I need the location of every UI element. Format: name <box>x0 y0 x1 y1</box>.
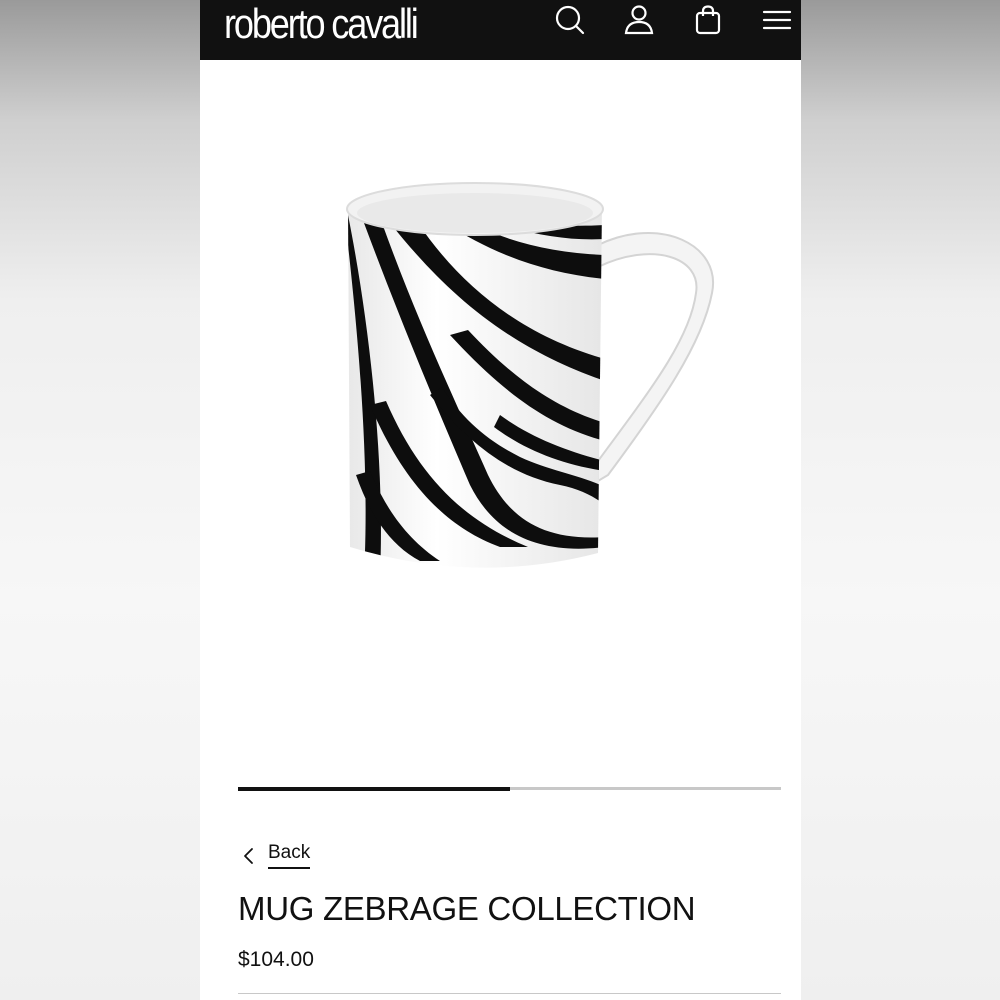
menu-icon[interactable] <box>762 4 794 36</box>
top-navigation-bar: roberto cavalli <box>200 0 801 60</box>
product-price: $104.00 <box>238 948 314 971</box>
back-link[interactable]: Back <box>240 842 311 869</box>
shopping-bag-icon[interactable] <box>692 4 724 36</box>
gallery-progress-track[interactable] <box>238 786 781 791</box>
brand-logo[interactable]: roberto cavalli <box>224 2 419 46</box>
back-label: Back <box>268 842 311 869</box>
gallery-progress-fill <box>238 786 510 791</box>
divider <box>238 993 781 994</box>
chevron-left-icon <box>244 847 253 864</box>
product-image-zebra-mug[interactable] <box>330 175 730 585</box>
product-title: MUG ZEBRAGE COLLECTION <box>238 890 696 927</box>
product-page: roberto cavalli Back MUG ZEBRAGE COLLECT… <box>200 0 801 1000</box>
account-icon[interactable] <box>623 4 655 36</box>
search-icon[interactable] <box>554 4 586 36</box>
